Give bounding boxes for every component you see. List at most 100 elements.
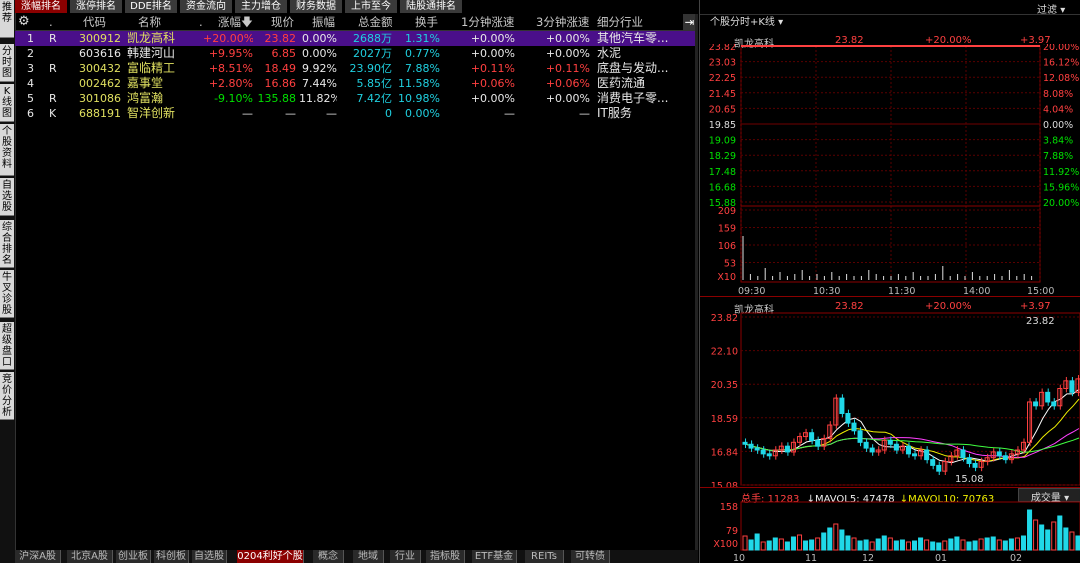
intraday-time-tick: 14:00 (963, 286, 990, 296)
settings-gear-icon[interactable]: ⚙ (18, 14, 30, 30)
kline-volume-bar (790, 536, 796, 551)
row-flag: K (49, 107, 57, 120)
intraday-left-tick: 18.29 (709, 151, 736, 162)
col-price-header[interactable]: 现价 (271, 14, 294, 30)
col-amplitude-header[interactable]: 振幅 (312, 14, 335, 30)
intraday-right-tick: 4.04% (1043, 104, 1073, 115)
vtab-stock-info[interactable]: 个股资料 (0, 124, 14, 176)
intraday-left-tick: 23.82 (709, 44, 736, 53)
btab-convertible[interactable]: 可转债 (571, 550, 610, 563)
kline-candle-body (845, 412, 851, 424)
row-3min-speed: +0.06% (545, 77, 590, 90)
btab-etf[interactable]: ETF基金 (472, 550, 517, 563)
vtab-auction[interactable]: 竞价分析 (0, 372, 14, 420)
chart-mode-label: 个股分时+K线 (710, 17, 775, 28)
col-flag-header: . (49, 15, 53, 29)
kline-volume-bar (912, 540, 918, 551)
col-turnover-header[interactable]: 换手 (415, 14, 438, 30)
tab-fund-flow[interactable]: 资金流向 (180, 0, 233, 13)
table-row[interactable]: 3 R 300432 富临精工 +8.51% 18.49 9.92% 23.90… (15, 61, 698, 76)
tab-financial-data[interactable]: 财务数据 (290, 0, 343, 13)
kline-volume-bar (1075, 535, 1080, 551)
tab-since-listing[interactable]: 上市至今 (345, 0, 398, 13)
btab-industry[interactable]: 行业 (390, 550, 421, 563)
tab-dde-rank[interactable]: DDE排名 (125, 0, 178, 13)
row-flag: R (49, 62, 57, 75)
vtab-ranking[interactable]: 综合排名 (0, 220, 14, 268)
vtab-watchlist[interactable]: 自选股 (0, 178, 14, 216)
table-row[interactable]: 1 R 300912 凯龙高科 +20.00% 23.82 0.00% 2688… (15, 31, 698, 46)
intraday-time-tick: 15:00 (1027, 286, 1054, 296)
kline-candle-body (1069, 380, 1075, 393)
tab-gain-rank[interactable]: 涨幅排名 (15, 0, 68, 13)
chart-mode-select[interactable]: 个股分时+K线 ▾ (710, 13, 783, 28)
intraday-volume-tick: 53 (724, 259, 736, 270)
bottom-market-tabs: 沪深A股 北京A股 创业板 科创板 自选股 0204利好个股 概念 地域 行业 … (15, 550, 698, 563)
table-row[interactable]: 6 K 688191 智洋创新 — — — 0 0.00% — — IT服务 (15, 106, 698, 121)
kline-volume-bar (984, 537, 990, 551)
col-industry-header[interactable]: 细分行业 (597, 14, 643, 30)
intraday-chart[interactable]: 23.82 20.00% 23.03 16.12% 22.25 12.08% 21.45 8.… (700, 44, 1080, 296)
kline-volume-bar (833, 523, 839, 551)
btab-index-stocks[interactable]: 指标股 (426, 550, 465, 563)
kline-volume-bar (1069, 531, 1075, 551)
tab-hk-connect-rank[interactable]: 陆股通排名 (400, 0, 463, 13)
btab-region[interactable]: 地域 (353, 550, 384, 563)
btab-star[interactable]: 科创板 (154, 550, 189, 563)
row-code: 688191 (79, 107, 121, 120)
vtab-super-orderbook[interactable]: 超级盘口 (0, 322, 14, 370)
vtab-recommend[interactable]: 推荐 (0, 0, 14, 38)
kline-volume-bar (809, 539, 815, 551)
row-price: 18.49 (264, 62, 297, 75)
kline-volume-bar (796, 534, 803, 551)
row-turnover: 7.88% (405, 62, 440, 75)
intraday-right-tick: 3.84% (1043, 136, 1073, 147)
volume-indicator-select[interactable]: 成交量 ▾ (1018, 488, 1080, 504)
intraday-volume-unit: X10 (717, 272, 736, 283)
row-change: -9.10% (214, 92, 253, 105)
kline-volume-bar (863, 539, 869, 551)
kline-volume-bar (887, 537, 893, 551)
kline-low-label: 15.08 (955, 474, 984, 485)
intraday-right-tick: 7.88% (1043, 151, 1073, 162)
tab-limit-up-rank[interactable]: 涨停排名 (70, 0, 123, 13)
kline-volume-bar (1008, 538, 1014, 551)
btab-bj-a[interactable]: 北京A股 (67, 550, 113, 563)
btab-concept[interactable]: 概念 (313, 550, 344, 563)
kline-chart[interactable]: 23.82 22.10 20.35 18.59 16.84 15.08 (700, 311, 1080, 487)
kline-volume-bar (1002, 540, 1008, 551)
kline-volume-bar (1045, 529, 1051, 551)
kline-date-tick: 12 (862, 553, 874, 563)
table-row[interactable]: 4 002462 嘉事堂 +2.80% 16.86 7.44% 5.85亿 11… (15, 76, 698, 91)
btab-0204-good-news[interactable]: 0204利好个股 (237, 550, 304, 563)
table-row[interactable]: 5 R 301086 鸿富瀚 -9.10% 135.88 11.82% 7.42… (15, 91, 698, 106)
intraday-volume-tick: 106 (718, 241, 736, 252)
tab-main-increase[interactable]: 主力增仓 (235, 0, 288, 13)
top-tab-bar: 涨幅排名 涨停排名 DDE排名 资金流向 主力增仓 财务数据 上市至今 陆股通排… (15, 0, 695, 13)
btab-sh-sz-a[interactable]: 沪深A股 (15, 550, 61, 563)
filter-button[interactable]: 过滤 ▾ (1037, 1, 1065, 16)
col-name-header[interactable]: 名称 (138, 14, 161, 30)
kline-volume-chart[interactable]: 158 79 X100 10 11 12 01 02 (700, 501, 1080, 563)
kline-candle-body (809, 432, 815, 441)
row-index: 1 (27, 32, 34, 45)
col-amount-header[interactable]: 总金额 (358, 14, 393, 30)
btab-reits[interactable]: REITs (525, 550, 564, 563)
kline-volume-bar (954, 536, 960, 551)
vtab-diagnosis[interactable]: 牛叉诊股 (0, 270, 14, 318)
table-row[interactable]: 2 603616 韩建河山 +9.95% 6.85 0.00% 2027万 0.… (15, 46, 698, 61)
col-3min-speed-header[interactable]: 3分钟涨速 (536, 14, 589, 30)
col-1min-speed-header[interactable]: 1分钟涨速 (461, 14, 514, 30)
vtab-kline[interactable]: K线图 (0, 84, 14, 122)
btab-chinext[interactable]: 创业板 (116, 550, 151, 563)
table-scrollbar[interactable] (695, 14, 698, 550)
vtab-intraday[interactable]: 分时图 (0, 44, 14, 82)
btab-watchlist[interactable]: 自选股 (192, 550, 227, 563)
left-vertical-tabs: 推荐 分时图 K线图 个股资料 自选股 综合排名 牛叉诊股 超级盘口 竞价分析 (0, 0, 16, 563)
kline-volume-bar (875, 538, 881, 551)
col-code-header[interactable]: 代码 (83, 14, 106, 30)
kline-volume-bar (760, 541, 766, 551)
row-index: 5 (27, 92, 34, 105)
col-change-header[interactable]: 涨幅🡇 (218, 14, 253, 30)
kline-price-tick: 20.35 (711, 380, 738, 391)
